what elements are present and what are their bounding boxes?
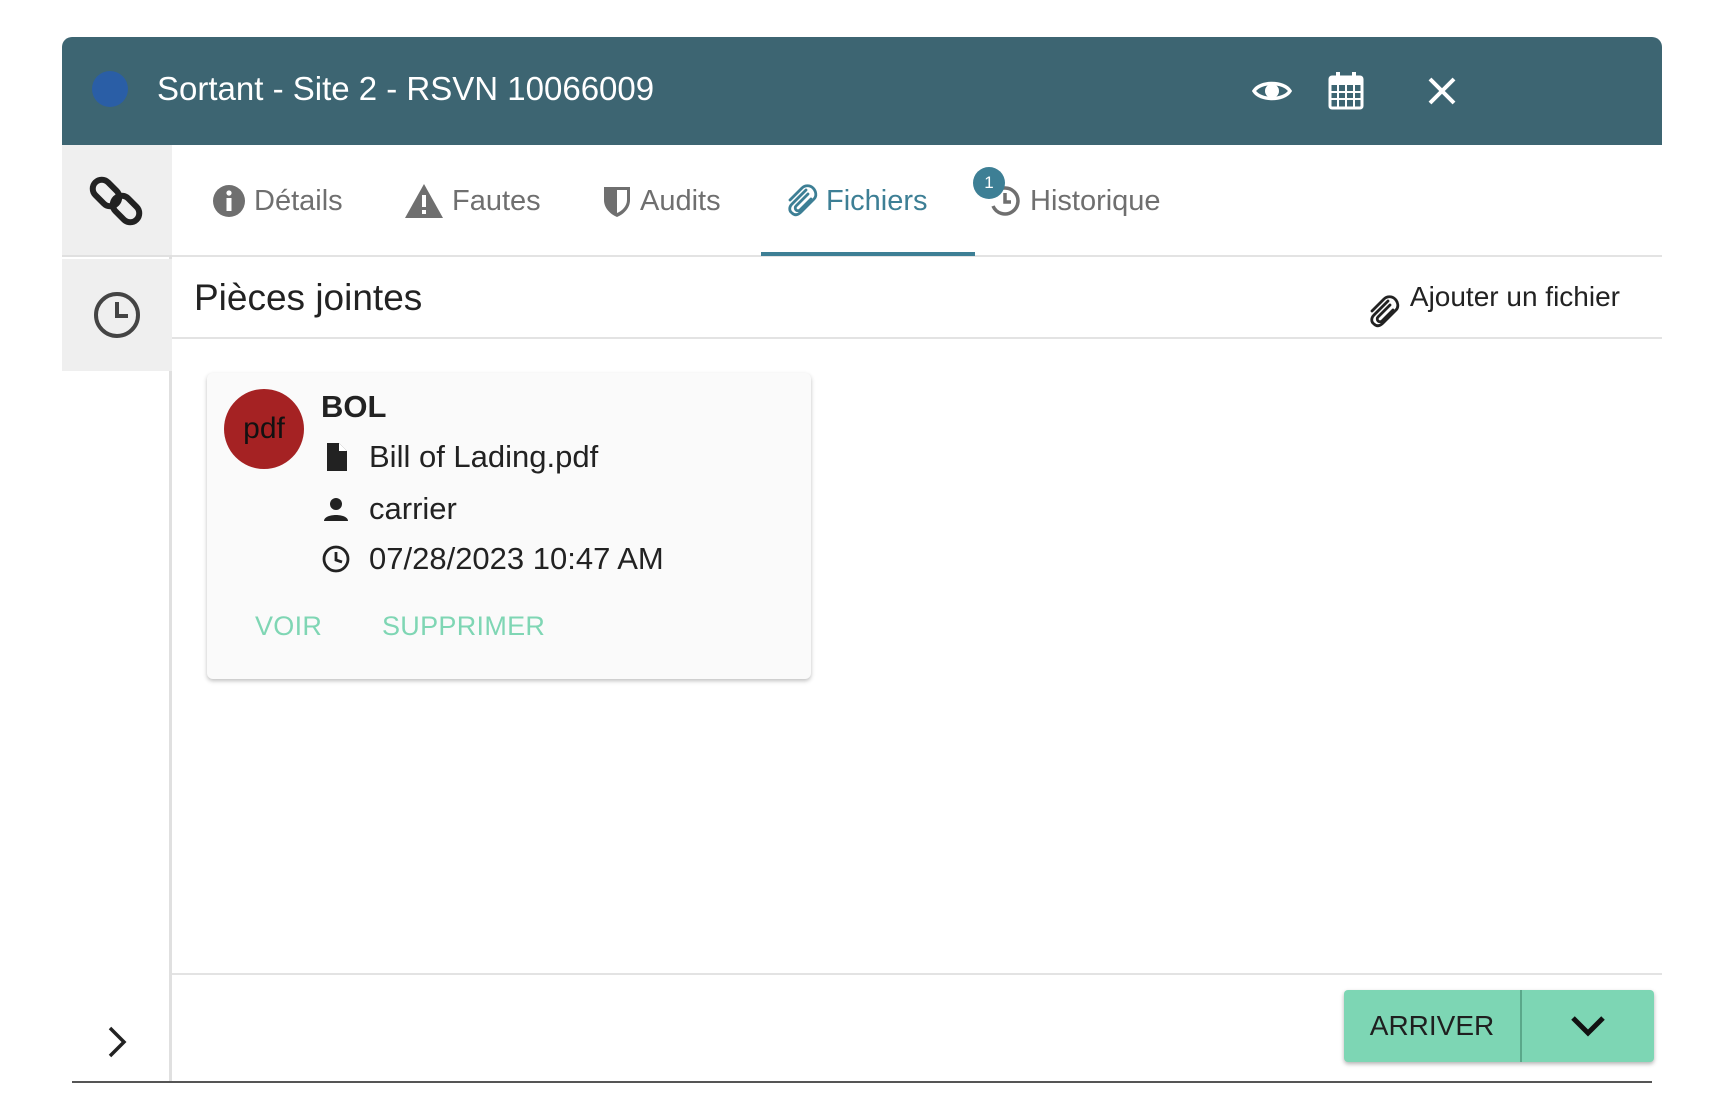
tab-label: Historique — [1030, 184, 1161, 217]
active-tab-indicator — [761, 252, 975, 256]
calendar-button[interactable] — [1316, 61, 1376, 121]
status-indicator — [92, 71, 128, 107]
view-file-button[interactable]: VOIR — [255, 611, 322, 642]
uploader-name: carrier — [369, 491, 457, 526]
sidebar-item-history[interactable] — [62, 259, 172, 371]
expand-sidebar-button[interactable] — [92, 1017, 142, 1067]
file-card: pdf BOL Bill of Lading.pdf carrier 07/28… — [207, 373, 811, 679]
tab-history[interactable]: Historique — [988, 145, 1161, 257]
link-icon — [89, 176, 143, 226]
clock-icon — [94, 292, 140, 338]
tab-label: Audits — [640, 184, 721, 217]
add-file-button[interactable]: Ajouter un fichier — [1366, 281, 1620, 329]
tab-faults[interactable]: Fautes — [404, 145, 541, 257]
chevron-down-icon — [1571, 1016, 1605, 1037]
tab-files[interactable]: Fichiers — [784, 145, 928, 257]
paperclip-icon — [1370, 295, 1400, 328]
file-name: Bill of Lading.pdf — [369, 439, 599, 474]
tab-audits[interactable]: Audits — [602, 145, 721, 257]
dialog-bottom-border — [72, 1081, 1652, 1083]
dialog-header: Sortant - Site 2 - RSVN 10066009 — [62, 37, 1662, 145]
attachments-header: Pièces jointes Ajouter un fichier — [172, 259, 1662, 339]
user-icon — [324, 498, 348, 521]
arrive-split-button: ARRIVER — [1344, 990, 1654, 1062]
upload-time-row: 07/28/2023 10:47 AM — [321, 541, 664, 577]
tab-details[interactable]: Détails — [212, 145, 343, 257]
delete-file-button[interactable]: SUPPRIMER — [382, 611, 545, 642]
appointment-dialog: Sortant - Site 2 - RSVN 10066009 Détails… — [62, 37, 1662, 1083]
arrive-button[interactable]: ARRIVER — [1344, 990, 1522, 1062]
sidebar-item-links[interactable] — [62, 145, 172, 257]
tab-label: Détails — [254, 184, 343, 217]
warning-icon — [405, 184, 443, 218]
tab-bar: Détails Fautes Audits Fichiers Historiqu… — [172, 145, 1662, 257]
upload-timestamp: 07/28/2023 10:47 AM — [369, 541, 664, 576]
file-title: BOL — [321, 389, 387, 424]
dialog-title: Sortant - Site 2 - RSVN 10066009 — [157, 70, 655, 107]
calendar-icon — [1328, 72, 1364, 110]
view-button[interactable] — [1242, 61, 1302, 121]
section-title: Pièces jointes — [194, 277, 423, 318]
add-file-label: Ajouter un fichier — [1409, 281, 1620, 312]
info-icon — [213, 185, 245, 217]
close-button[interactable] — [1412, 61, 1472, 121]
tab-label: Fichiers — [826, 184, 928, 217]
shield-icon — [604, 187, 630, 217]
footer-divider — [172, 973, 1662, 975]
tab-label: Fautes — [452, 184, 541, 217]
uploader-row: carrier — [321, 491, 457, 527]
clock-icon — [322, 545, 350, 573]
chevron-right-icon — [108, 1026, 127, 1058]
files-count-badge: 1 — [973, 167, 1005, 199]
side-nav — [62, 145, 172, 1083]
paperclip-icon — [788, 184, 818, 217]
file-icon — [327, 443, 347, 471]
file-type-avatar: pdf — [224, 389, 304, 469]
file-name-row: Bill of Lading.pdf — [321, 439, 598, 475]
arrive-options-dropdown[interactable] — [1522, 990, 1654, 1062]
eye-icon — [1252, 81, 1292, 101]
close-icon — [1428, 77, 1456, 105]
